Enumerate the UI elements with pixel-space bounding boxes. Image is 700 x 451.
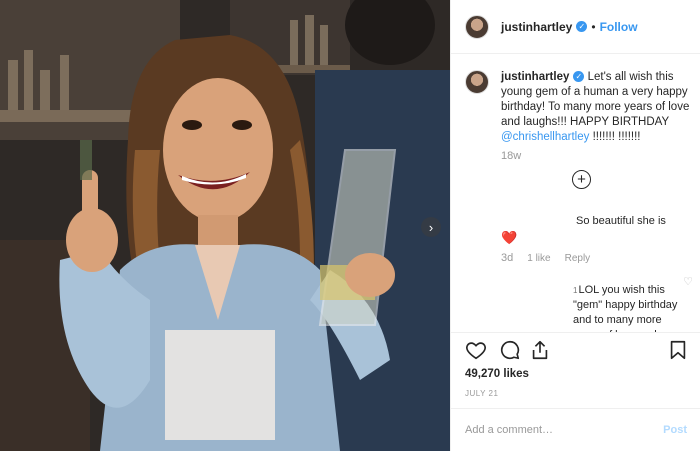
caption-username[interactable]: justinhartley (501, 71, 569, 83)
photo-illustration (0, 0, 450, 451)
comment-timestamp[interactable]: 3d (501, 252, 513, 264)
heart-emoji: ❤️ (501, 230, 518, 245)
chevron-right-icon: › (428, 219, 434, 235)
comment-likes-count[interactable]: 1 like (527, 253, 550, 264)
post-actions (465, 339, 689, 361)
avatar[interactable] (465, 14, 489, 39)
comment-input[interactable] (465, 424, 664, 436)
comment-item: 1LOL you wish this "gem" happy birthday … (501, 283, 691, 332)
post-comment-button[interactable]: Post (663, 424, 687, 436)
comment-badge: 1 (573, 286, 578, 295)
plus-circle-icon: + (577, 171, 586, 188)
follow-button[interactable]: Follow (600, 20, 638, 34)
likes-count[interactable]: 49,270 likes (465, 368, 529, 380)
caption-avatar[interactable] (465, 70, 489, 94)
bookmark-icon[interactable] (667, 339, 689, 361)
comment-icon[interactable] (499, 339, 521, 361)
comments-section[interactable]: justinhartley ✓ Let's all wish this young… (451, 54, 700, 332)
load-more-comments-button[interactable]: + (572, 170, 591, 189)
reply-button[interactable]: Reply (565, 253, 591, 264)
caption-timestamp[interactable]: 18w (501, 150, 521, 162)
comment-item: So beautiful she is ❤️ (501, 214, 691, 245)
post-header: justinhartley ✓ • Follow (451, 0, 700, 54)
header-username[interactable]: justinhartley (501, 20, 572, 34)
comment-text: LOL you wish this "gem" happy birthday a… (573, 284, 678, 332)
verified-badge-icon: ✓ (573, 71, 585, 83)
post-side-panel: justinhartley ✓ • Follow justinhartley ✓ … (450, 0, 700, 451)
caption-tail: !!!!!!! !!!!!!! (589, 131, 641, 143)
next-photo-button[interactable]: › (421, 217, 441, 237)
comment-text: So beautiful she is (576, 215, 666, 227)
post-photo[interactable]: › (0, 0, 450, 451)
divider (451, 332, 700, 333)
post-caption: justinhartley ✓ Let's all wish this young… (465, 70, 695, 145)
caption-text: justinhartley ✓ Let's all wish this young… (501, 70, 695, 145)
share-icon[interactable] (529, 339, 551, 361)
add-comment-bar: Post (451, 408, 700, 451)
verified-badge-icon: ✓ (576, 21, 588, 32)
post-date[interactable]: JULY 21 (465, 389, 498, 398)
comment-meta: 3d 1 like Reply (501, 252, 590, 264)
heart-icon[interactable] (465, 339, 487, 361)
header-separator: • (591, 19, 596, 34)
mention-link[interactable]: @chrishellhartley (501, 131, 589, 143)
